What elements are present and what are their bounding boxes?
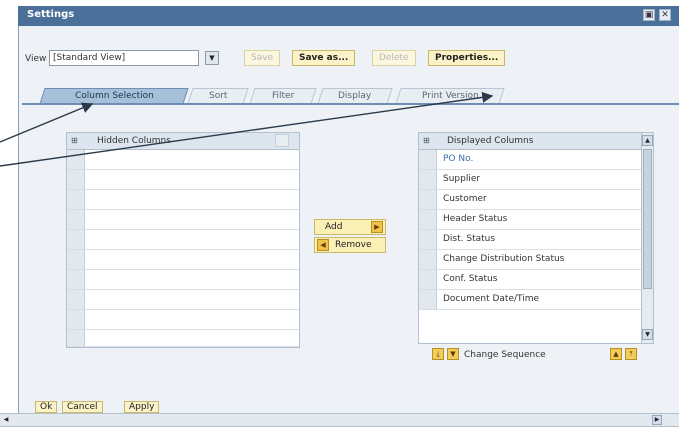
annotation-arrows: [0, 91, 494, 167]
annotation-arrow: [0, 102, 94, 143]
annotation-arrow: [0, 91, 494, 167]
